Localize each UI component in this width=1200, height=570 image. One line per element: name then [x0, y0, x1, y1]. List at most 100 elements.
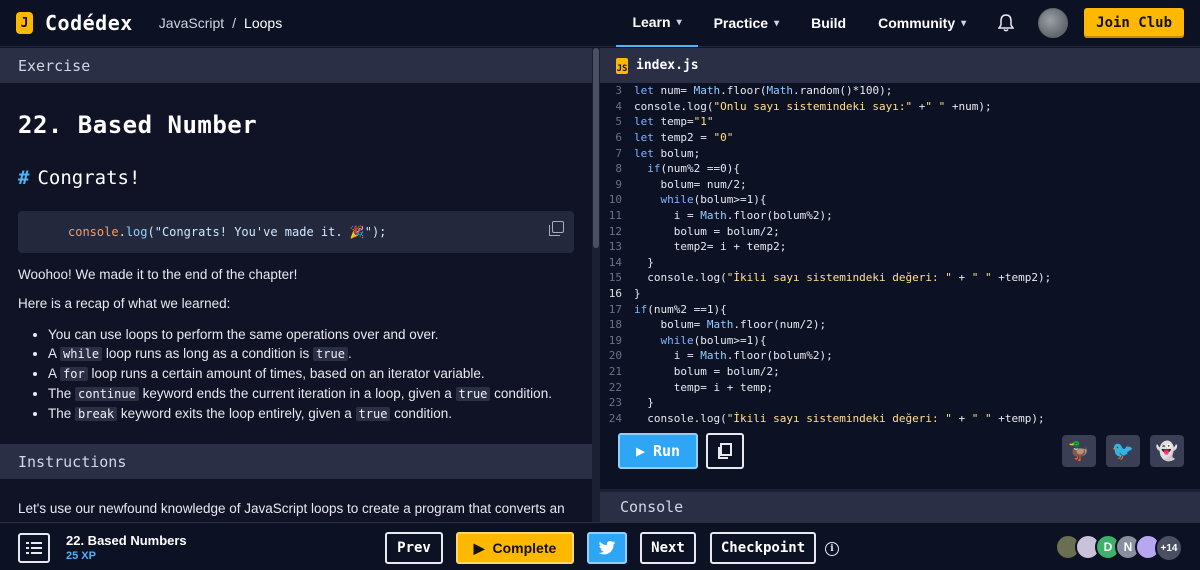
nav-practice[interactable]: Practice ▾ [698, 0, 796, 47]
line-number: 9 [615, 177, 622, 191]
code-line[interactable]: 13 temp2= i + temp2; [600, 239, 1200, 255]
list-item: You can use loops to perform the same op… [48, 325, 574, 344]
code-line[interactable]: 5 let temp="1" [600, 114, 1200, 130]
code-line[interactable]: 19 while(bolum>=1){ [600, 333, 1200, 349]
recap-text: condition. [490, 386, 552, 401]
recap-text: A [48, 346, 61, 361]
nav-build-label: Build [811, 15, 847, 31]
lesson-title: 22. Based Number [18, 111, 258, 139]
logo[interactable]: J Codédex [16, 11, 133, 35]
code-text: console.log("Onlu sayı sistemindeki sayı… [634, 99, 992, 113]
chevron-down-icon: ▾ [961, 17, 967, 29]
learners-avatars[interactable]: D N +14 [1055, 534, 1183, 562]
copy-icon[interactable] [549, 221, 564, 236]
line-number: 23 [608, 396, 622, 410]
code-line[interactable]: 14 } [600, 255, 1200, 271]
line-number: 12 [608, 224, 622, 238]
breadcrumb-chapter[interactable]: Loops [244, 15, 282, 31]
checkpoint-button[interactable]: Checkpoint [710, 532, 816, 564]
xp-badge: 25 XP [66, 550, 96, 562]
ghost-pet-icon[interactable]: 👻 [1150, 435, 1184, 467]
code-line[interactable]: 18 bolum= Math.floor(num/2); [600, 317, 1200, 333]
lesson-name: 22. Based Numbers [66, 533, 187, 548]
line-number: 22 [608, 380, 622, 394]
code-text: temp= i + temp; [634, 380, 774, 394]
code-line[interactable]: 4 console.log("Onlu sayı sistemindeki say… [600, 99, 1200, 115]
join-club-button[interactable]: Join Club [1084, 8, 1184, 38]
left-scrollbar-thumb[interactable] [593, 48, 599, 248]
copy-icon [718, 443, 732, 459]
exercise-header: Exercise [0, 48, 592, 83]
code-text: } [634, 255, 654, 269]
code-line[interactable]: 23 } [600, 395, 1200, 411]
congrats-heading-text: Congrats! [37, 167, 141, 189]
intro-text: Woohoo! We made it to the end of the cha… [18, 267, 298, 282]
breadcrumb-course[interactable]: JavaScript [159, 15, 224, 31]
copy-code-button[interactable] [706, 433, 744, 469]
line-number: 7 [615, 146, 622, 160]
code-text: bolum= Math.floor(num/2); [634, 318, 827, 332]
run-button[interactable]: ▶ Run [618, 433, 698, 469]
nav-build[interactable]: Build [795, 0, 862, 47]
code-line[interactable]: 7 let bolum; [600, 145, 1200, 161]
instructions-text: Let's use our newfound knowledge of Java… [18, 501, 565, 516]
breadcrumb-separator: / [232, 15, 237, 31]
line-number: 8 [615, 162, 622, 176]
line-number: 17 [608, 302, 622, 316]
line-number: 6 [615, 131, 622, 145]
code-line[interactable]: 8 if(num%2 ==0){ [600, 161, 1200, 177]
user-avatar[interactable] [1038, 8, 1069, 38]
code-line[interactable]: 22 temp= i + temp; [600, 379, 1200, 395]
code-line[interactable]: 11 i = Math.floor(bolum%2); [600, 208, 1200, 224]
nav-community[interactable]: Community ▾ [862, 0, 982, 47]
code-text: i = Math.floor(bolum%2); [634, 209, 833, 223]
code-line[interactable]: 9 bolum= num/2; [600, 177, 1200, 193]
prev-button[interactable]: Prev [385, 532, 443, 564]
list-item: A for loop runs a certain amount of time… [48, 364, 574, 384]
recap-text: keyword ends the current iteration in a … [138, 386, 456, 401]
editor-actions: ▶ Run 🦆 🐦 👻 [600, 431, 1200, 485]
list-item: The continue keyword ends the current it… [48, 384, 574, 404]
code-snippet: console. log ("Congrats! You've made it. 🎉… [18, 211, 574, 253]
instructions-section: Instructions Let's use our newfound know… [0, 444, 592, 516]
chevron-down-icon: ▾ [774, 17, 780, 29]
recap-text: condition. [390, 406, 452, 421]
snippet-function: log [125, 225, 148, 239]
code-line[interactable]: 15 console.log("İkili sayı sistemindeki … [600, 270, 1200, 286]
lesson-menu-button[interactable] [18, 533, 50, 563]
code-editor[interactable]: 3 let num= Math.floor(Math.random()*100);… [600, 83, 1200, 431]
code-line[interactable]: 20 i = Math.floor(bolum%2); [600, 348, 1200, 364]
pirate-pet-icon[interactable]: 🐦 [1106, 435, 1140, 467]
list-item: The break keyword exits the loop entirel… [48, 404, 574, 424]
nav-practice-label: Practice [713, 15, 769, 31]
code-line[interactable]: 17 if(num%2 ==1){ [600, 301, 1200, 317]
line-number: 14 [608, 255, 622, 269]
code-line[interactable]: 21 bolum = bolum/2; [600, 364, 1200, 380]
lesson-info: 22. Based Numbers 25 XP [66, 533, 187, 562]
code-line[interactable]: 6 let temp2 = "0" [600, 130, 1200, 146]
inline-code: while [60, 347, 103, 361]
console-header[interactable]: Console [600, 489, 1200, 522]
file-tab[interactable]: JS index.js [600, 48, 1200, 83]
next-button[interactable]: Next [640, 532, 696, 564]
info-icon[interactable]: i [825, 542, 839, 556]
recap-text: loop runs as long as a condition is [102, 346, 314, 361]
code-text: bolum = bolum/2; [634, 224, 780, 238]
code-line[interactable]: 3 let num= Math.floor(Math.random()*100); [600, 83, 1200, 99]
code-line[interactable]: 24 console.log("İkili sayı sistemindeki … [600, 410, 1200, 426]
complete-button[interactable]: ▶ Complete [456, 532, 574, 564]
line-number: 24 [608, 411, 622, 425]
code-line[interactable]: 12 bolum = bolum/2; [600, 223, 1200, 239]
nav-learn[interactable]: Learn ▾ [616, 0, 698, 47]
inline-code: continue [75, 387, 139, 401]
recap-list: You can use loops to perform the same op… [48, 325, 574, 424]
nav-learn-label: Learn [632, 14, 671, 30]
twitter-share-button[interactable] [587, 532, 627, 564]
run-label: Run [652, 442, 681, 460]
notifications-bell-icon[interactable] [988, 5, 1024, 41]
duck-pet-icon[interactable]: 🦆 [1062, 435, 1096, 467]
code-line[interactable]: 10 while(bolum>=1){ [600, 192, 1200, 208]
recap-intro: Here is a recap of what we learned: [18, 296, 231, 311]
more-learners-count[interactable]: +14 [1155, 534, 1183, 562]
code-line[interactable]: 16} [600, 286, 1200, 302]
